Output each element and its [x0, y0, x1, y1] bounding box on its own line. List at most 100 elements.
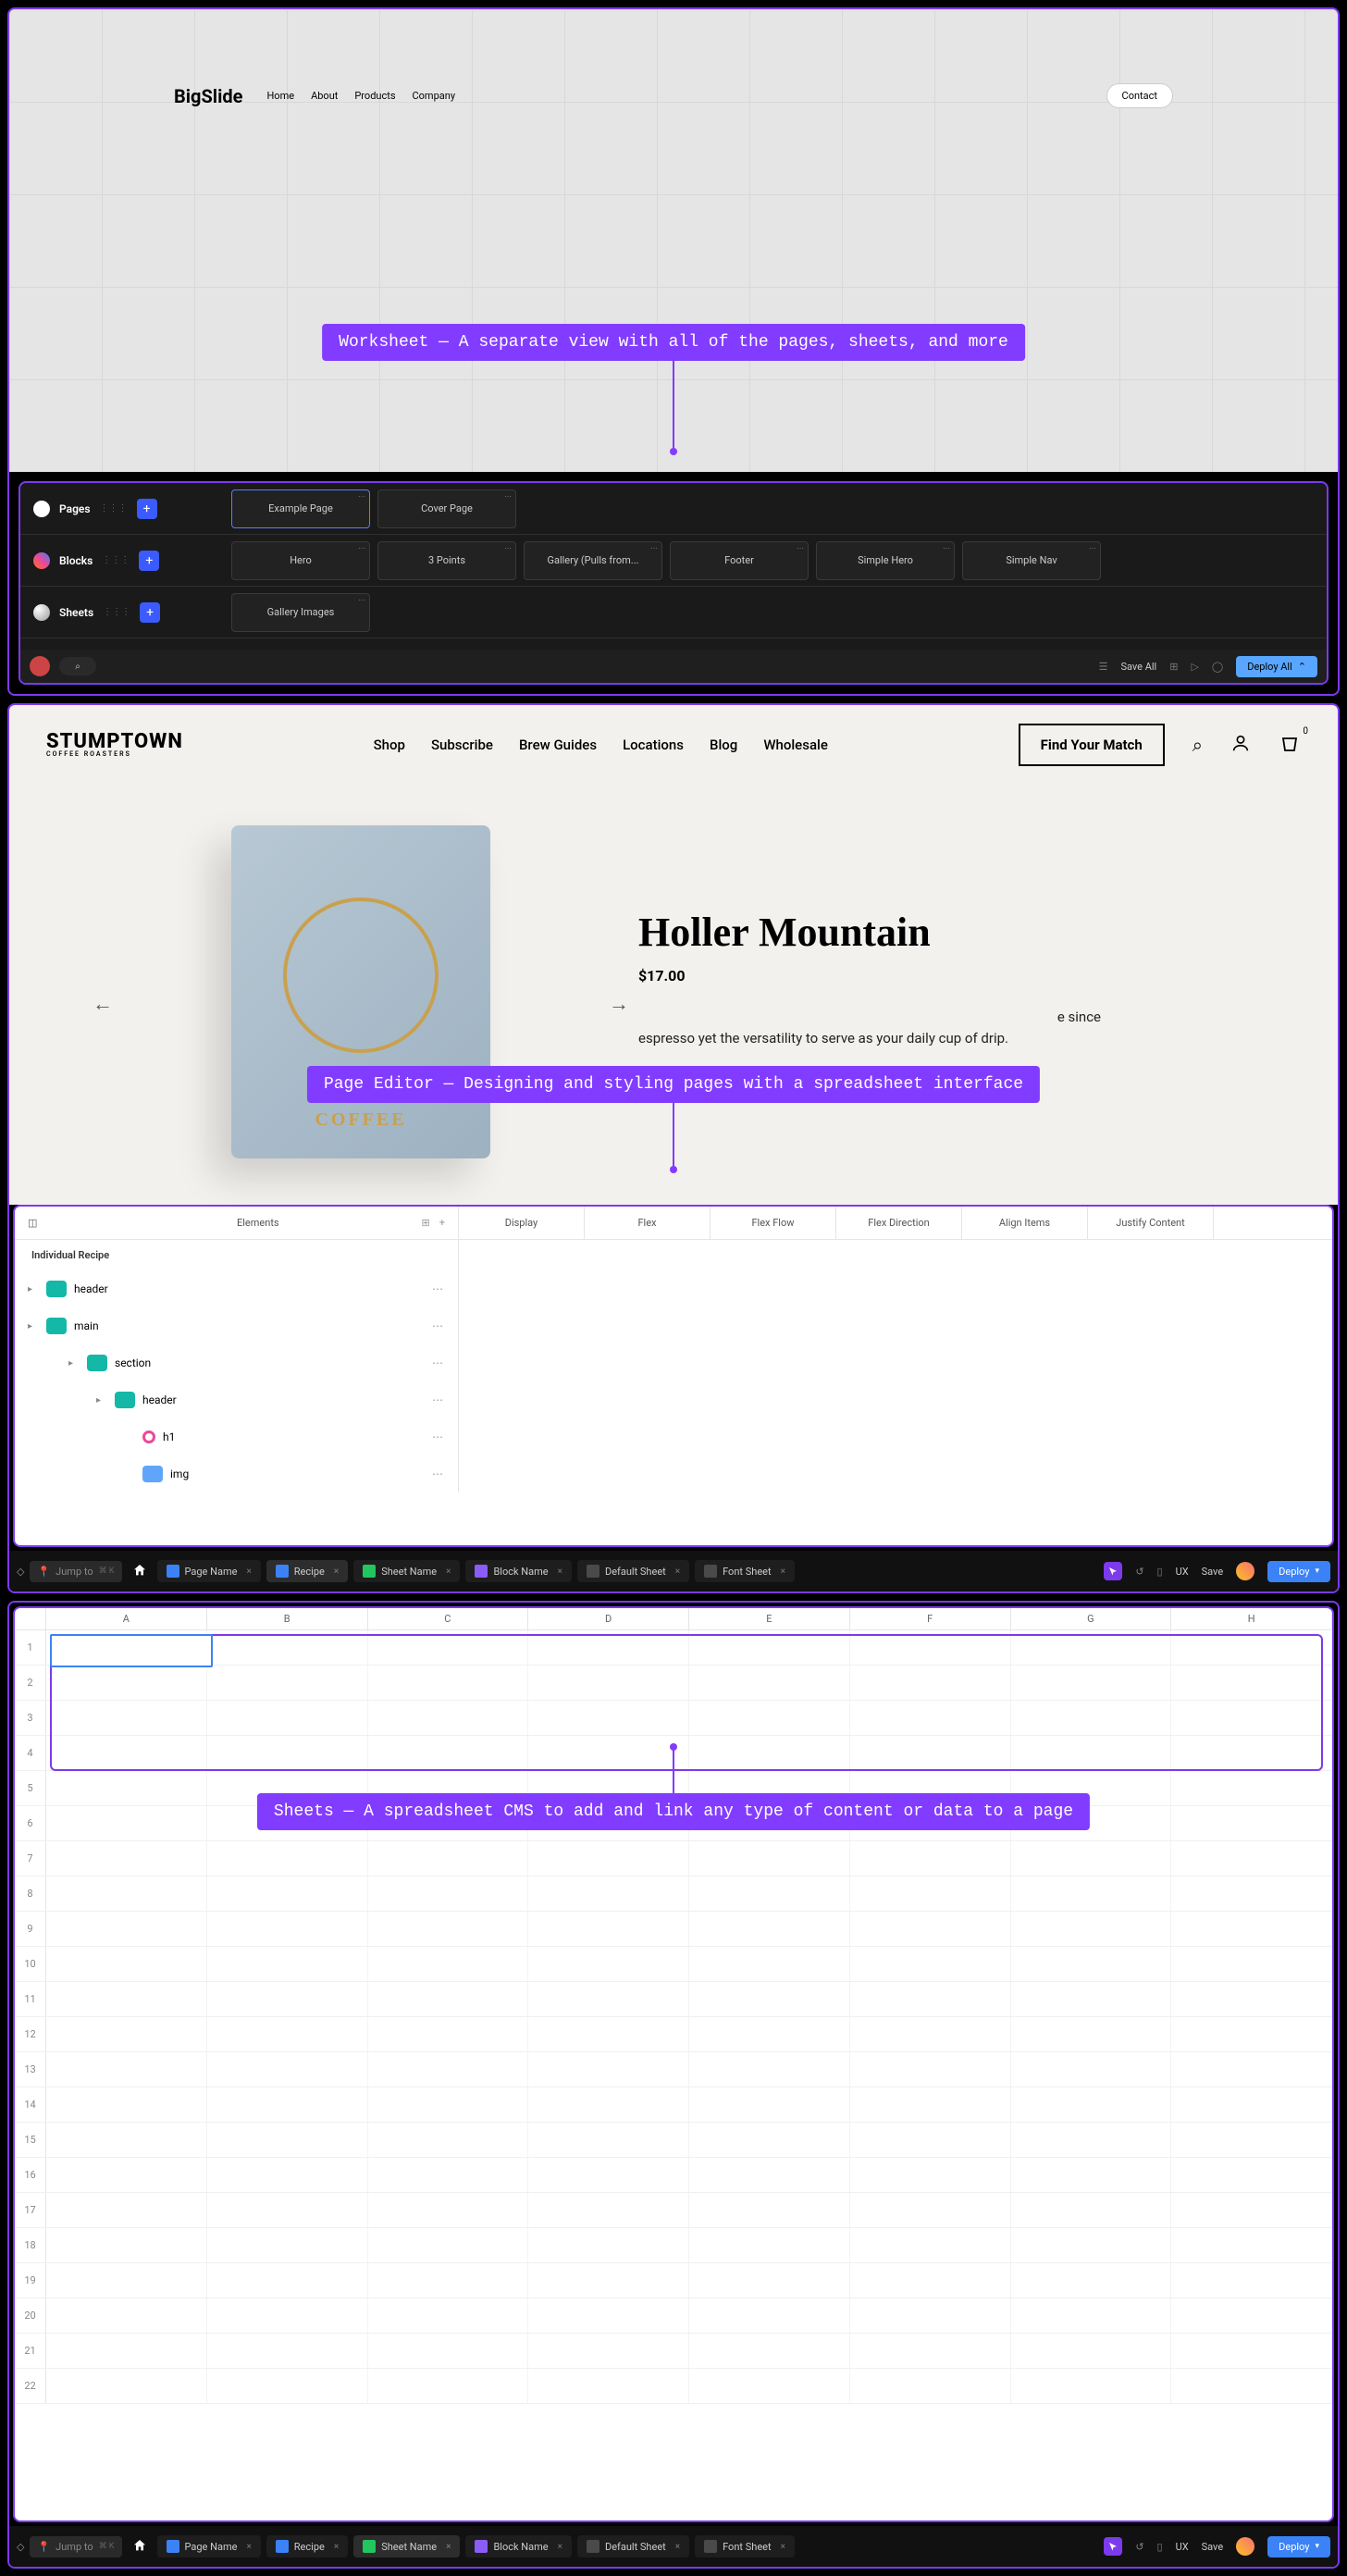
- sheet-cell[interactable]: [46, 2369, 207, 2403]
- file-tab[interactable]: Default Sheet ×: [577, 1560, 689, 1582]
- sheet-cell[interactable]: [207, 1666, 368, 1700]
- sheet-cell[interactable]: [689, 2263, 850, 2297]
- sheet-cell[interactable]: [46, 2052, 207, 2087]
- sheet-cell[interactable]: [1011, 2017, 1172, 2051]
- find-match-button[interactable]: Find Your Match: [1019, 724, 1165, 766]
- chat-icon[interactable]: ◯: [1212, 661, 1223, 673]
- sheet-cell[interactable]: [368, 1876, 529, 1911]
- row-number[interactable]: 6: [15, 1806, 46, 1840]
- sheet-cell[interactable]: [46, 1841, 207, 1876]
- sheet-cell[interactable]: [1011, 2123, 1172, 2157]
- row-number[interactable]: 13: [15, 2052, 46, 2087]
- file-tab[interactable]: Block Name ×: [465, 1560, 572, 1582]
- sheet-cell[interactable]: [46, 2017, 207, 2051]
- sheet-cell[interactable]: [46, 1982, 207, 2016]
- cart-icon[interactable]: 0: [1279, 732, 1301, 759]
- sheet-cell[interactable]: [850, 1630, 1011, 1665]
- sheet-cell[interactable]: [46, 2087, 207, 2122]
- sheet-cell[interactable]: [1171, 2334, 1332, 2368]
- tree-row[interactable]: ▸ section ⋯: [15, 1344, 458, 1381]
- row-number[interactable]: 3: [15, 1701, 46, 1735]
- sheet-cell[interactable]: [1011, 2263, 1172, 2297]
- sheet-cell[interactable]: [46, 2123, 207, 2157]
- nav-link[interactable]: Brew Guides: [519, 737, 597, 753]
- sheet-cell[interactable]: [1011, 1982, 1172, 2016]
- file-tab[interactable]: Recipe ×: [266, 1560, 348, 1582]
- sheet-cell[interactable]: [1011, 2193, 1172, 2227]
- sheet-cell[interactable]: [368, 1701, 529, 1735]
- home-button[interactable]: [128, 1558, 152, 1585]
- sheet-cell[interactable]: [850, 2228, 1011, 2262]
- sheet-cell[interactable]: [46, 2193, 207, 2227]
- caret-icon[interactable]: ▸: [96, 1395, 107, 1406]
- row-number[interactable]: 5: [15, 1771, 46, 1805]
- worksheet-card[interactable]: Hero⋯: [231, 541, 370, 580]
- sheet-cell[interactable]: [689, 1736, 850, 1770]
- sheet-cell[interactable]: [1011, 2228, 1172, 2262]
- deploy-button[interactable]: Deploy ▾: [1267, 2536, 1330, 2557]
- sheet-cell[interactable]: [368, 1947, 529, 1981]
- column-header[interactable]: D: [528, 1608, 689, 1629]
- sheet-cell[interactable]: [1171, 1912, 1332, 1946]
- more-icon[interactable]: ⋯: [432, 1282, 445, 1295]
- sheet-cell[interactable]: [528, 1982, 689, 2016]
- save-button[interactable]: Save: [1202, 1566, 1224, 1578]
- add-element-icon[interactable]: +: [439, 1217, 445, 1229]
- file-tab[interactable]: Page Name ×: [157, 2535, 261, 2557]
- close-tab-icon[interactable]: ×: [558, 1567, 562, 1577]
- close-tab-icon[interactable]: ×: [446, 1567, 451, 1577]
- contact-button[interactable]: Contact: [1106, 83, 1173, 108]
- column-header[interactable]: A: [46, 1608, 207, 1629]
- row-number[interactable]: 14: [15, 2087, 46, 2122]
- sheet-cell[interactable]: [528, 2123, 689, 2157]
- search-button[interactable]: ⌕: [59, 657, 96, 675]
- sheet-cell[interactable]: [528, 2087, 689, 2122]
- save-all-button[interactable]: Save All: [1120, 661, 1156, 673]
- column-header[interactable]: G: [1011, 1608, 1172, 1629]
- menu-icon[interactable]: ☰: [1099, 661, 1108, 673]
- nav-link[interactable]: Products: [354, 90, 395, 102]
- sheet-cell[interactable]: [207, 2334, 368, 2368]
- sheet-cell[interactable]: [46, 1806, 207, 1840]
- sheet-cell[interactable]: [46, 1947, 207, 1981]
- row-number[interactable]: 21: [15, 2334, 46, 2368]
- row-number[interactable]: 17: [15, 2193, 46, 2227]
- sheet-cell[interactable]: [1011, 2298, 1172, 2333]
- sheet-cell[interactable]: [368, 2228, 529, 2262]
- next-arrow-icon[interactable]: →: [609, 992, 629, 1016]
- file-tab[interactable]: Sheet Name ×: [353, 2535, 460, 2557]
- row-number[interactable]: 22: [15, 2369, 46, 2403]
- sheet-cell[interactable]: [850, 1736, 1011, 1770]
- sheet-cell[interactable]: [689, 1841, 850, 1876]
- sheet-cell[interactable]: [689, 1701, 850, 1735]
- sheet-cell[interactable]: [850, 2052, 1011, 2087]
- worksheet-card[interactable]: Simple Nav⋯: [962, 541, 1101, 580]
- close-tab-icon[interactable]: ×: [446, 2542, 451, 2552]
- grid-icon[interactable]: ⊞: [1169, 661, 1178, 673]
- nav-link[interactable]: Subscribe: [431, 737, 493, 753]
- sheet-cell[interactable]: [1171, 1841, 1332, 1876]
- sheet-cell[interactable]: [689, 1947, 850, 1981]
- file-tab[interactable]: Default Sheet ×: [577, 2535, 689, 2557]
- undo-icon[interactable]: ↺: [1135, 1566, 1143, 1578]
- column-header[interactable]: Justify Content: [1088, 1207, 1214, 1239]
- sheet-cell[interactable]: [207, 2369, 368, 2403]
- layers-icon[interactable]: ◫: [28, 1217, 37, 1229]
- caret-icon[interactable]: ▸: [68, 1358, 80, 1368]
- sheet-cell[interactable]: [46, 1701, 207, 1735]
- sheet-cell[interactable]: [46, 2298, 207, 2333]
- sheet-cell[interactable]: [689, 1912, 850, 1946]
- close-tab-icon[interactable]: ×: [781, 2542, 785, 2552]
- sheet-cell[interactable]: [207, 1982, 368, 2016]
- sheet-cell[interactable]: [207, 2298, 368, 2333]
- file-tab[interactable]: Page Name ×: [157, 1560, 261, 1582]
- worksheet-card[interactable]: Footer⋯: [670, 541, 809, 580]
- caret-icon[interactable]: ▸: [28, 1284, 39, 1294]
- user-avatar[interactable]: [1236, 2537, 1254, 2556]
- close-tab-icon[interactable]: ×: [334, 1567, 339, 1577]
- sheet-cell[interactable]: [1011, 1666, 1172, 1700]
- sheet-cell[interactable]: [46, 1771, 207, 1805]
- sheet-cell[interactable]: [528, 2193, 689, 2227]
- device-icon[interactable]: ▯: [1157, 1566, 1163, 1578]
- sheet-cell[interactable]: [528, 1630, 689, 1665]
